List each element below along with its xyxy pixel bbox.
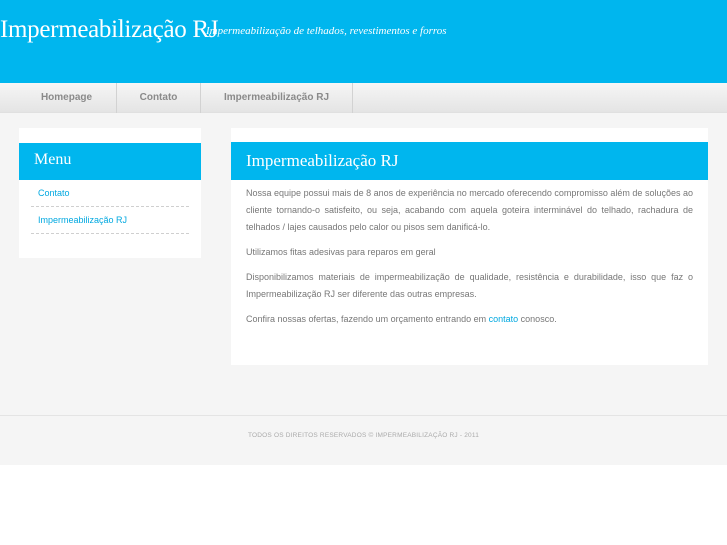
site-tagline: Impermeabilização de telhados, revestime… — [206, 25, 447, 37]
sidebar-title: Menu — [34, 151, 72, 168]
sidebar-item-impermeabilizacao-rj[interactable]: Impermeabilização RJ — [31, 207, 189, 234]
site-footer: TODOS OS DIREITOS RESERVADOS © IMPERMEAB… — [0, 415, 727, 465]
paragraph-ofertas-text: Confira nossas ofertas, fazendo um orçam… — [246, 314, 489, 324]
content-title: Impermeabilização RJ — [246, 151, 399, 170]
content-panel: Impermeabilização RJ Nossa equipe possui… — [231, 128, 708, 365]
site-header: Impermeabilização RJ Impermeabilização d… — [0, 0, 727, 83]
sidebar-item-contato[interactable]: Contato — [31, 180, 189, 207]
paragraph-materiais: Disponibilizamos materiais de impermeabi… — [246, 272, 693, 299]
content-body: Nossa equipe possui mais de 8 anos de ex… — [246, 185, 693, 336]
site-title[interactable]: Impermeabilização RJ — [0, 16, 219, 44]
paragraph-ofertas: Confira nossas ofertas, fazendo um orçam… — [246, 311, 693, 328]
footer-copyright: TODOS OS DIREITOS RESERVADOS © IMPERMEAB… — [247, 432, 480, 439]
paragraph-fitas: Utilizamos fitas adesivas para reparos e… — [246, 247, 436, 257]
nav-item-contato[interactable]: Contato — [117, 83, 201, 113]
paragraph-experience: Nossa equipe possui mais de 8 anos de ex… — [246, 188, 693, 232]
main-nav: Homepage Contato Impermeabilização RJ — [0, 83, 727, 113]
nav-item-impermeabilizacao-rj[interactable]: Impermeabilização RJ — [201, 83, 353, 113]
paragraph-ofertas-end: conosco. — [518, 314, 557, 324]
sidebar-header: Menu — [19, 143, 201, 180]
main-area: Menu Contato Impermeabilização RJ Imperm… — [0, 113, 727, 415]
sidebar: Menu Contato Impermeabilização RJ — [19, 128, 201, 258]
content-header: Impermeabilização RJ — [231, 142, 708, 180]
nav-item-homepage[interactable]: Homepage — [17, 83, 117, 113]
contato-link[interactable]: contato — [489, 314, 519, 324]
